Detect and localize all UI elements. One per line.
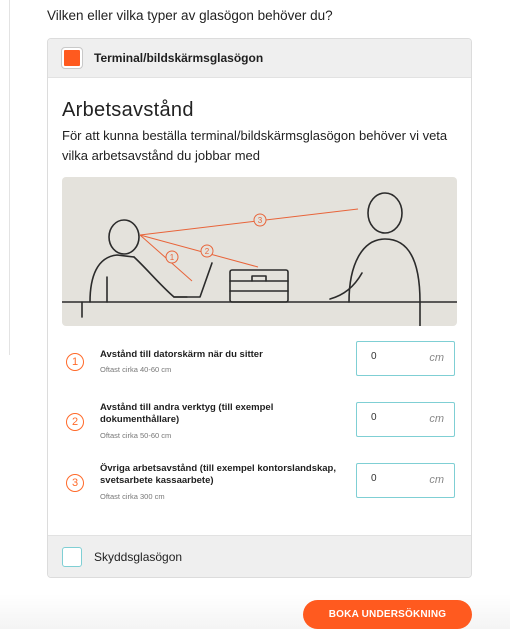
marker-2-label: 2 — [205, 247, 210, 256]
distance-field-1[interactable]: cm — [356, 341, 455, 376]
option-safety-glasses[interactable]: Skyddsglasögon — [48, 535, 471, 577]
distance-hint-2: Oftast cirka 50-60 cm — [100, 431, 172, 440]
distance-line-3 — [139, 208, 359, 236]
right-person-arm — [329, 272, 363, 300]
distance-number-2: 2 — [66, 413, 84, 431]
distance-label-2: Avstånd till andra verktyg (till exempel… — [100, 402, 274, 425]
illustration-svg: 1 2 3 — [62, 192, 457, 326]
distance-input-2[interactable] — [371, 412, 411, 423]
safety-glasses-checkbox[interactable] — [62, 546, 82, 567]
distance-hint-3: Oftast cirka 300 cm — [100, 492, 165, 501]
terminal-glasses-checkbox[interactable] — [61, 47, 83, 69]
right-person-head — [367, 192, 403, 234]
option-terminal-glasses[interactable]: Terminal/bildskärmsglasögon — [48, 39, 471, 78]
safety-glasses-label: Skyddsglasögon — [94, 549, 183, 564]
left-person-head — [108, 219, 140, 255]
marker-1-label: 1 — [170, 253, 175, 262]
distance-unit-2: cm — [429, 413, 444, 425]
distance-row-3: 3 Övriga arbetsavstånd (till exempel kon… — [62, 462, 457, 502]
glasses-type-card: Terminal/bildskärmsglasögon Arbetsavstån… — [47, 38, 472, 578]
document-tray — [229, 269, 289, 303]
distance-input-3[interactable] — [371, 473, 411, 484]
distance-label-1: Avstånd till datorskärm när du sitter — [100, 349, 263, 360]
laptop — [173, 262, 213, 298]
distance-hint-1: Oftast cirka 40-60 cm — [100, 365, 172, 374]
distance-label-3: Övriga arbetsavstånd (till exempel konto… — [100, 463, 336, 486]
left-divider — [0, 0, 10, 355]
working-distance-illustration: 1 2 3 — [62, 177, 457, 326]
distance-input-1[interactable] — [371, 351, 411, 362]
distance-field-3[interactable]: cm — [356, 463, 455, 498]
book-examination-button[interactable]: BOKA UNDERSÖKNING — [303, 600, 472, 629]
question-heading: Vilken eller vilka typer av glasögon beh… — [47, 8, 333, 23]
distance-number-1: 1 — [66, 353, 84, 371]
section-description: För att kunna beställa terminal/bildskär… — [62, 128, 448, 163]
distance-field-2[interactable]: cm — [356, 402, 455, 437]
right-person-body — [348, 238, 421, 303]
marker-3-label: 3 — [258, 216, 263, 225]
distance-row-2: 2 Avstånd till andra verktyg (till exemp… — [62, 401, 457, 441]
distance-row-1: 1 Avstånd till datorskärm när du sitter … — [62, 341, 457, 381]
distance-unit-3: cm — [429, 474, 444, 486]
left-person-arm — [133, 256, 188, 298]
distance-unit-1: cm — [429, 352, 444, 364]
left-person-back — [89, 254, 135, 303]
distance-number-3: 3 — [66, 474, 84, 492]
section-title: Arbetsavstånd — [62, 99, 194, 121]
terminal-glasses-label: Terminal/bildskärmsglasögon — [94, 51, 264, 65]
